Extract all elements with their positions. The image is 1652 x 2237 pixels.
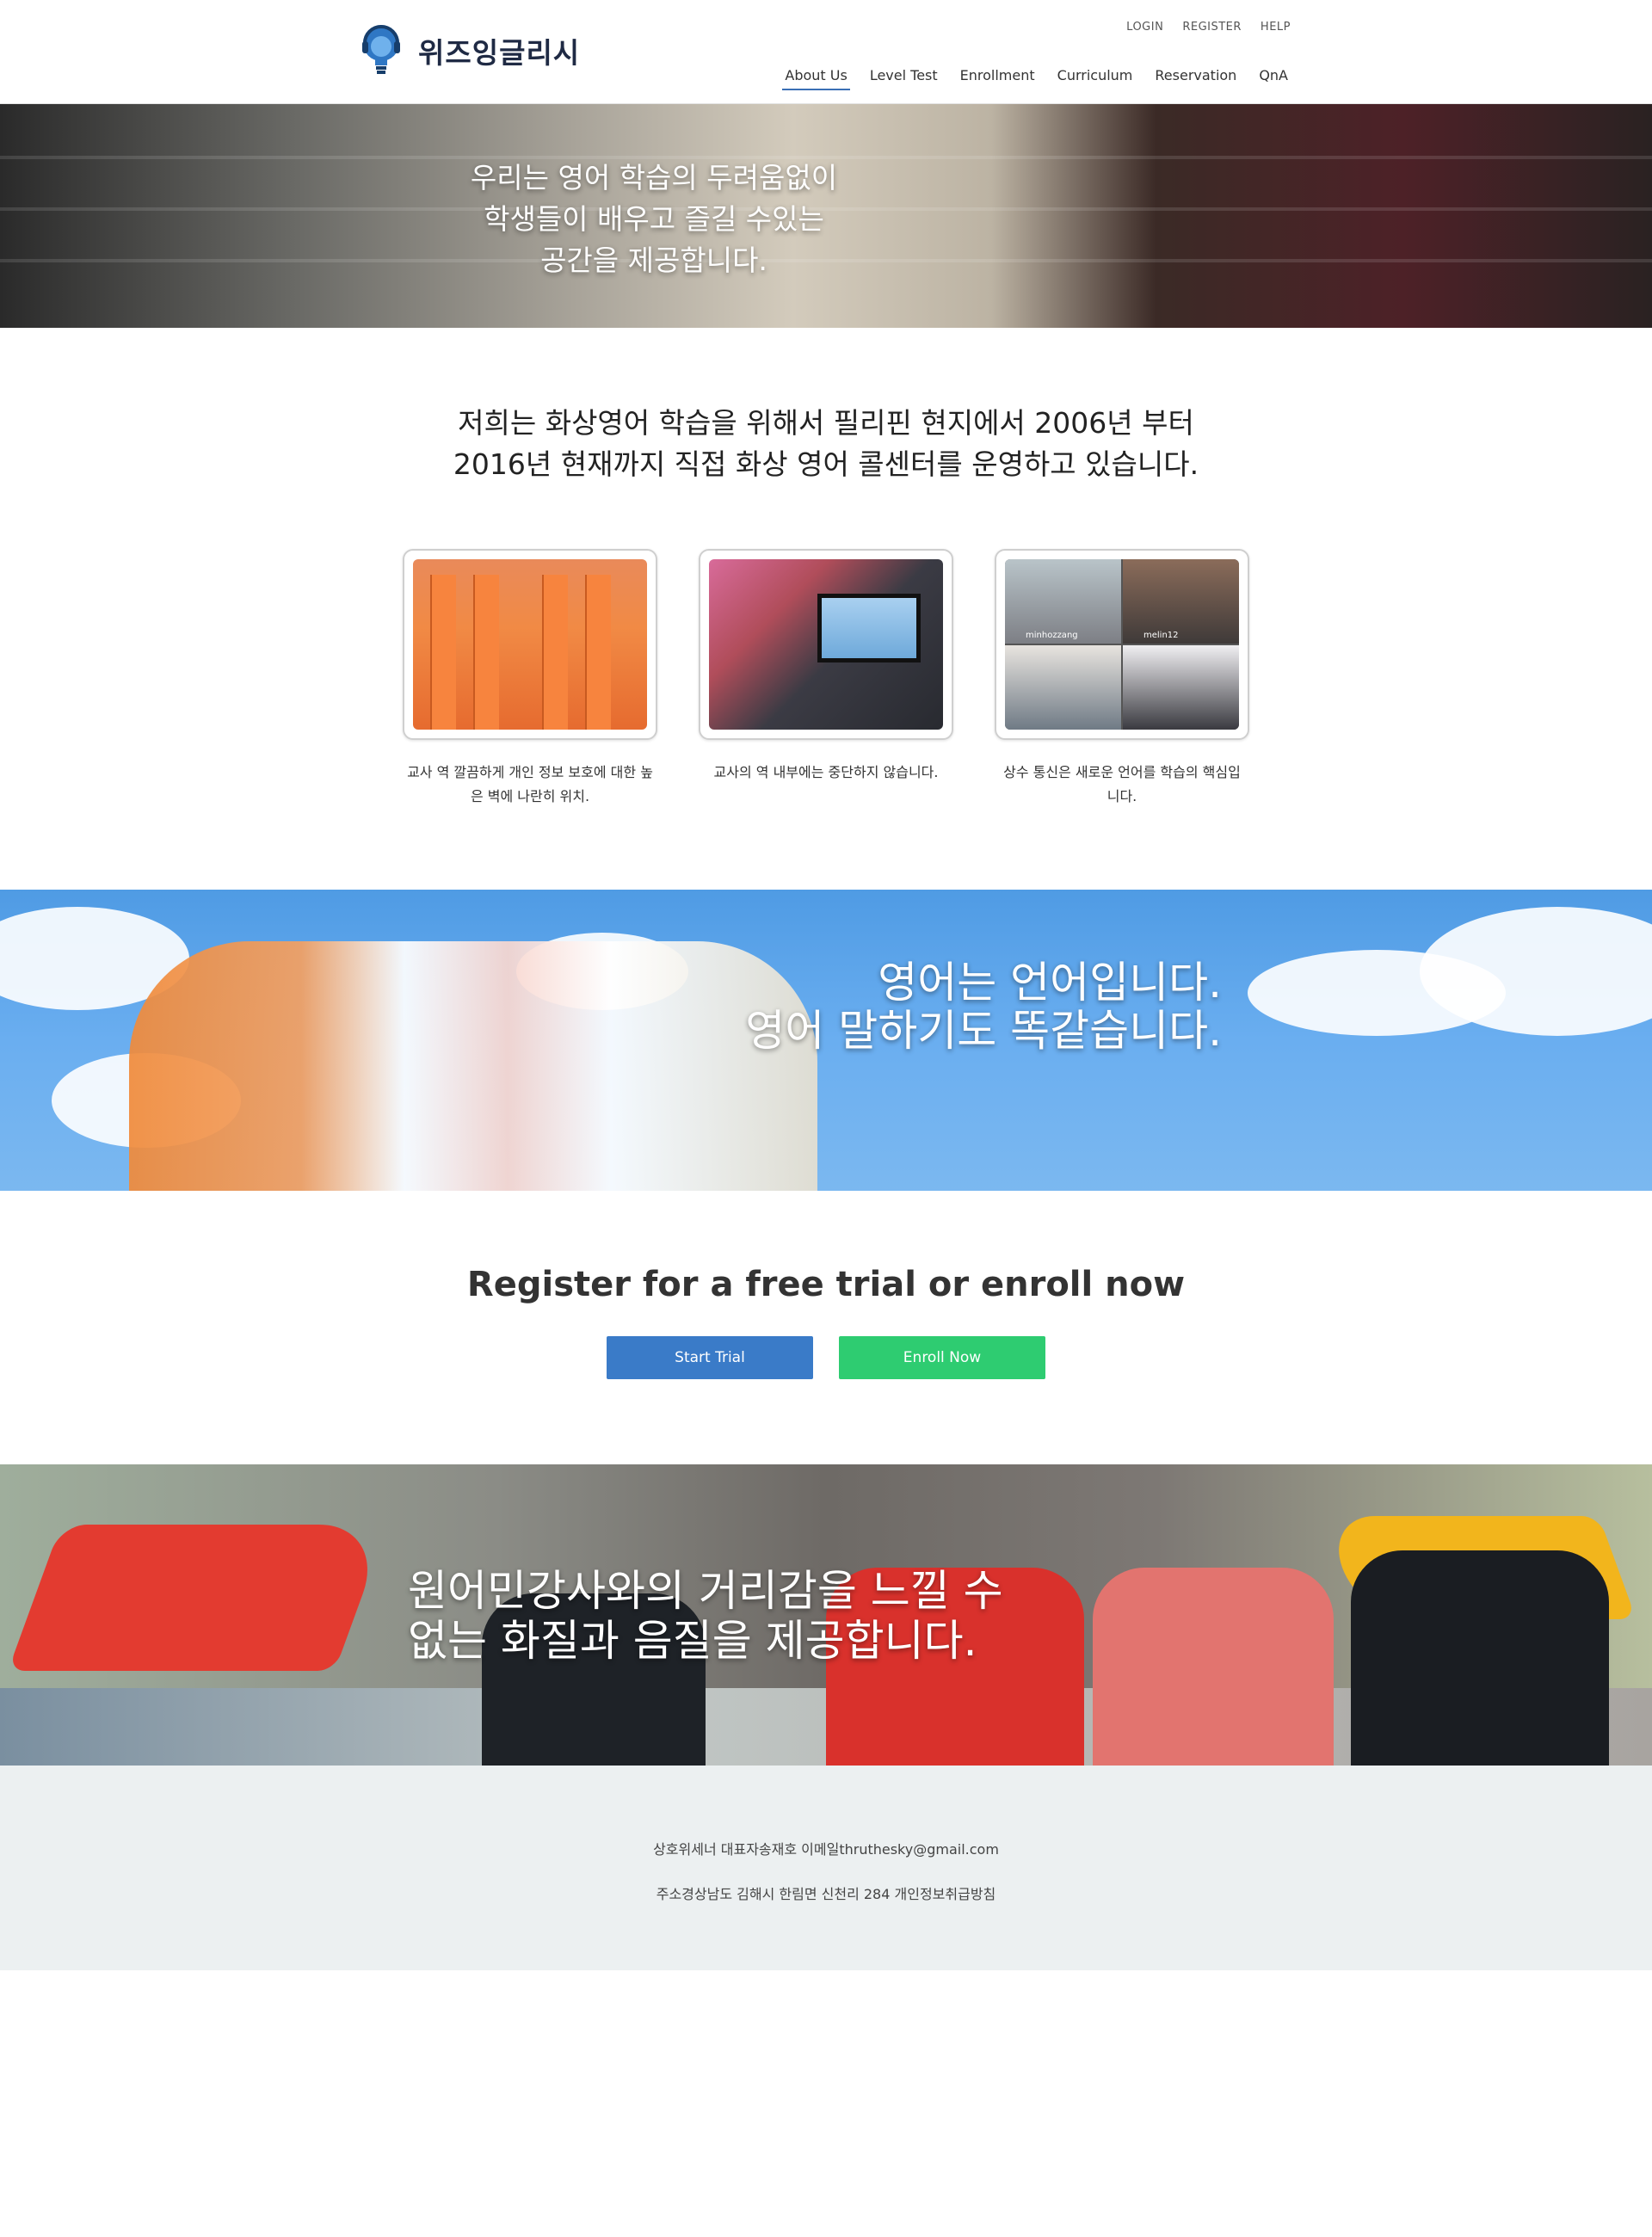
nav-level-test[interactable]: Level Test bbox=[867, 67, 940, 90]
logo-text: 위즈잉글리시 bbox=[418, 36, 581, 70]
laptop-photo bbox=[709, 559, 943, 730]
login-link[interactable]: LOGIN bbox=[1126, 21, 1163, 34]
nav-about-us[interactable]: About Us bbox=[782, 67, 850, 90]
feature-card-laptop: 교사의 역 내부에는 중단하지 않습니다. bbox=[699, 549, 953, 809]
nav-qna[interactable]: QnA bbox=[1256, 67, 1291, 90]
hero-text: 우리는 영어 학습의 두려움없이 학생들이 배우고 즐길 수있는 공간을 제공합… bbox=[0, 157, 1308, 281]
nav-curriculum[interactable]: Curriculum bbox=[1055, 67, 1136, 90]
card-image-frame bbox=[403, 549, 657, 740]
card-image-frame: minhozzang melin12 bbox=[995, 549, 1249, 740]
hero-banner: 우리는 영어 학습의 두려움없이 학생들이 배우고 즐길 수있는 공간을 제공합… bbox=[0, 104, 1652, 328]
register-link[interactable]: REGISTER bbox=[1182, 21, 1242, 34]
hero-line-2: 학생들이 배우고 즐길 수있는 bbox=[484, 202, 824, 236]
play-line-1: 원어민강사와의 거리감을 느낄 수 bbox=[408, 1566, 1003, 1616]
nav-reservation[interactable]: Reservation bbox=[1152, 67, 1239, 90]
card-caption: 상수 통신은 새로운 언어를 학습의 핵심입니다. bbox=[1003, 764, 1241, 804]
start-trial-button[interactable]: Start Trial bbox=[607, 1336, 813, 1379]
red-slide-image bbox=[8, 1525, 388, 1671]
card-image-frame bbox=[699, 549, 953, 740]
video-label: minhozzang bbox=[1026, 631, 1078, 640]
video-call-photo: minhozzang melin12 bbox=[1005, 559, 1239, 730]
hero-line-3: 공간을 제공합니다. bbox=[540, 243, 767, 277]
intro-text: 저희는 화상영어 학습을 위해서 필리핀 현지에서 2006년 부터 2016년… bbox=[0, 403, 1652, 485]
feature-card-video: minhozzang melin12 상수 통신은 새로운 언어를 학습의 핵심… bbox=[995, 549, 1249, 809]
intro-line-1: 저희는 화상영어 학습을 위해서 필리핀 현지에서 2006년 부터 bbox=[458, 406, 1194, 440]
intro-line-2: 2016년 현재까지 직접 화상 영어 콜센터를 운영하고 있습니다. bbox=[453, 447, 1199, 481]
main-nav: About Us Level Test Enrollment Curriculu… bbox=[782, 67, 1291, 90]
card-caption: 교사의 역 내부에는 중단하지 않습니다. bbox=[713, 764, 939, 780]
people-photo bbox=[129, 941, 817, 1191]
playground-banner-text: 원어민강사와의 거리감을 느낄 수 없는 화질과 음질을 제공합니다. bbox=[408, 1566, 1003, 1666]
card-caption: 교사 역 깔끔하게 개인 정보 보호에 대한 높은 벽에 나란히 위치. bbox=[407, 764, 653, 804]
booths-photo bbox=[413, 559, 647, 730]
site-footer: 상호위세너 대표자송재호 이메일thruthesky@gmail.com 주소경… bbox=[0, 1766, 1652, 1970]
utility-nav: LOGIN REGISTER HELP bbox=[1126, 21, 1291, 34]
sky-line-1: 영어는 언어입니다. bbox=[878, 958, 1222, 1008]
footer-address: 주소경상남도 김해시 한림면 신천리 284 개인정보취급방침 bbox=[656, 1886, 996, 1902]
footer-company-info: 상호위세너 대표자송재호 이메일thruthesky@gmail.com bbox=[653, 1841, 999, 1858]
feature-card-booths: 교사 역 깔끔하게 개인 정보 보호에 대한 높은 벽에 나란히 위치. bbox=[403, 549, 657, 809]
cta-buttons: Start Trial Enroll Now bbox=[0, 1336, 1652, 1379]
playground-banner: 원어민강사와의 거리감을 느낄 수 없는 화질과 음질을 제공합니다. bbox=[0, 1464, 1652, 1766]
logo[interactable]: 위즈잉글리시 bbox=[360, 24, 580, 77]
sky-banner-text: 영어는 언어입니다. 영어 말하기도 똑같습니다. bbox=[745, 958, 1222, 1055]
help-link[interactable]: HELP bbox=[1261, 21, 1291, 34]
hero-line-1: 우리는 영어 학습의 두려움없이 bbox=[470, 161, 838, 194]
lightbulb-logo-icon bbox=[362, 25, 400, 74]
play-line-2: 없는 화질과 음질을 제공합니다. bbox=[408, 1616, 977, 1666]
sky-line-2: 영어 말하기도 똑같습니다. bbox=[745, 1006, 1222, 1056]
feature-cards: 교사 역 깔끔하게 개인 정보 보호에 대한 높은 벽에 나란히 위치. 교사의… bbox=[403, 549, 1249, 809]
nav-enrollment[interactable]: Enrollment bbox=[958, 67, 1038, 90]
site-header: 위즈잉글리시 LOGIN REGISTER HELP About Us Leve… bbox=[0, 0, 1652, 104]
sky-banner: 영어는 언어입니다. 영어 말하기도 똑같습니다. bbox=[0, 890, 1652, 1191]
cta-title: Register for a free trial or enroll now bbox=[466, 1265, 1186, 1304]
video-label: melin12 bbox=[1143, 631, 1179, 640]
enroll-now-button[interactable]: Enroll Now bbox=[839, 1336, 1045, 1379]
